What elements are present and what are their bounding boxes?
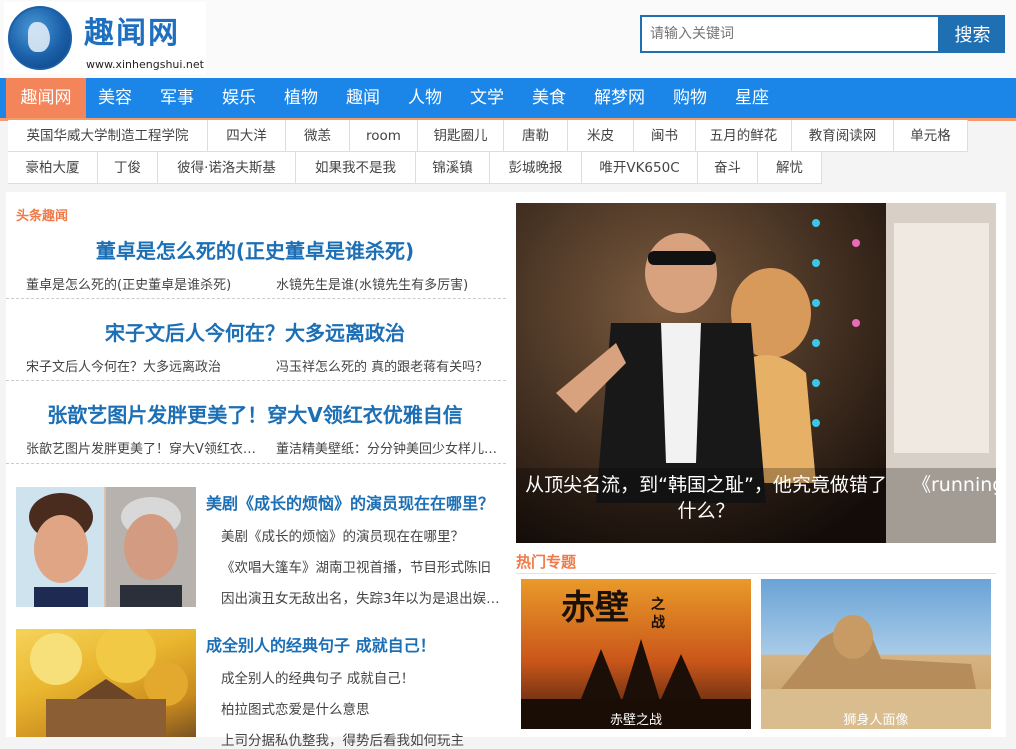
headline-link[interactable]: 张歆艺图片发胖更美了！穿大V领红衣优雅自信 [6, 399, 504, 428]
divider [6, 380, 506, 381]
globe-icon [8, 6, 72, 70]
nav-item[interactable]: 娱乐 [222, 78, 256, 118]
tag-link[interactable]: 钥匙圈儿 [418, 120, 504, 152]
tag-link[interactable]: 如果我不是我 [296, 152, 416, 184]
tag-link[interactable]: room [350, 120, 418, 152]
tag-link[interactable]: 锦溪镇 [416, 152, 490, 184]
tag-link[interactable]: 米皮 [568, 120, 634, 152]
article-link[interactable]: 上司分据私仇整我，得势后看我如何玩主 [221, 729, 501, 749]
article-link[interactable]: 柏拉图式恋爱是什么意思 [221, 698, 501, 718]
article-link[interactable]: 因出演丑女无敌出名，失踪3年以为是退出娱乐圈 [221, 587, 501, 607]
headline-sub-link[interactable]: 董卓是怎么死的(正史董卓是谁杀死) [26, 274, 256, 293]
headline-link[interactable]: 宋子文后人今何在？大多远离政治 [6, 317, 504, 346]
headline-sub-link[interactable]: 董洁精美壁纸：分分钟美回少女样儿，气质出众 [276, 438, 498, 457]
tag-link[interactable]: 闽书 [634, 120, 696, 152]
featured-slider[interactable]: 从顶尖名流，到“韩国之耻”，他究竟做错了什么？ 《running [516, 203, 996, 543]
main-nav: 趣闻网 美容 军事 娱乐 植物 趣闻 人物 文学 美食 解梦网 购物 星座 [0, 78, 1016, 121]
svg-text:战: 战 [651, 614, 665, 631]
article-title-link[interactable]: 成全别人的经典句子 成就自己！ [206, 632, 436, 656]
tag-link[interactable]: 微恙 [286, 120, 350, 152]
tag-link[interactable]: 豪柏大厦 [8, 152, 98, 184]
divider [6, 463, 506, 464]
svg-text:赤壁: 赤壁 [561, 588, 629, 628]
logo-url: www.xinhengshui.net [86, 58, 204, 71]
autumn-tree-image [30, 629, 188, 737]
tag-link[interactable]: 英国华威大学制造工程学院 [8, 120, 208, 152]
tag-link[interactable]: 唐勒 [504, 120, 568, 152]
tag-link[interactable]: 教育阅读网 [792, 120, 894, 152]
headline-sub-link[interactable]: 宋子文后人今何在？大多远离政治 [26, 356, 256, 375]
article-thumbnail[interactable] [16, 629, 196, 737]
header: 趣闻网 www.xinhengshui.net 搜索 [0, 0, 1016, 78]
nav-item[interactable]: 购物 [673, 78, 707, 118]
nav-item[interactable]: 解梦网 [594, 78, 645, 118]
tag-link[interactable]: 单元格 [894, 120, 968, 152]
nav-item[interactable]: 趣闻 [346, 78, 380, 118]
tag-link[interactable]: 解忧 [758, 152, 822, 184]
battle-poster-image: 赤壁 之 战 [521, 588, 751, 729]
tag-link[interactable]: 奋斗 [698, 152, 758, 184]
nav-item[interactable]: 植物 [284, 78, 318, 118]
sphinx-image [761, 615, 991, 729]
article-thumbnail[interactable] [16, 487, 196, 607]
topic-caption[interactable]: 赤壁之战 [521, 709, 751, 728]
topic-card[interactable]: 狮身人面像 [761, 579, 991, 729]
nav-item[interactable]: 星座 [735, 78, 769, 118]
slide-caption[interactable]: 从顶尖名流，到“韩国之耻”，他究竟做错了什么？ [516, 472, 896, 524]
tag-link[interactable]: 彭城晚报 [490, 152, 582, 184]
article-link[interactable]: 美剧《成长的烦恼》的演员现在在哪里？ [221, 525, 501, 545]
headline-sub-link[interactable]: 水镜先生是谁(水镜先生有多厉害) [276, 274, 496, 293]
logo-brand: 趣闻网 [84, 16, 180, 51]
topic-card[interactable]: 赤壁 之 战 赤壁之战 [521, 579, 751, 729]
search-button[interactable]: 搜索 [940, 15, 1005, 53]
search-input[interactable] [640, 15, 940, 53]
tag-link[interactable]: 唯开VK650C [582, 152, 698, 184]
tag-link[interactable]: 四大洋 [208, 120, 286, 152]
headline-sub-link[interactable]: 冯玉祥怎么死的 真的跟老蒋有关吗？ [276, 356, 496, 375]
divider [6, 298, 506, 299]
tag-link[interactable]: 丁俊 [98, 152, 158, 184]
nav-item[interactable]: 趣闻网 [6, 78, 86, 118]
headline-link[interactable]: 董卓是怎么死的(正史董卓是谁杀死) [6, 235, 504, 264]
section-title-topics: 热门专题 [516, 553, 577, 571]
divider [516, 573, 996, 574]
article-link[interactable]: 成全别人的经典句子 成就自己！ [221, 667, 501, 687]
section-title-headlines: 头条趣闻 [16, 209, 69, 224]
site-logo[interactable]: 趣闻网 www.xinhengshui.net [4, 2, 206, 74]
topic-caption[interactable]: 狮身人面像 [761, 709, 991, 728]
nav-item[interactable]: 美容 [98, 78, 132, 118]
slide-caption-next[interactable]: 《running [912, 472, 996, 498]
tag-link[interactable]: 彼得·诺洛夫斯基 [158, 152, 296, 184]
headline-sub-link[interactable]: 张歆艺图片发胖更美了！穿大V领红衣优雅自信 [26, 438, 258, 457]
svg-text:之: 之 [651, 596, 665, 613]
tag-link[interactable]: 五月的鲜花 [696, 120, 792, 152]
portrait-image [16, 487, 196, 607]
main-content: 头条趣闻 董卓是怎么死的(正史董卓是谁杀死) 董卓是怎么死的(正史董卓是谁杀死)… [6, 192, 1006, 749]
nav-item[interactable]: 美食 [532, 78, 566, 118]
nav-item[interactable]: 人物 [408, 78, 442, 118]
article-title-link[interactable]: 美剧《成长的烦恼》的演员现在在哪里？ [206, 490, 494, 514]
nav-item[interactable]: 军事 [160, 78, 194, 118]
article-link[interactable]: 《欢唱大篷车》湖南卫视首播，节目形式陈旧 [221, 556, 501, 576]
nav-item[interactable]: 文学 [470, 78, 504, 118]
